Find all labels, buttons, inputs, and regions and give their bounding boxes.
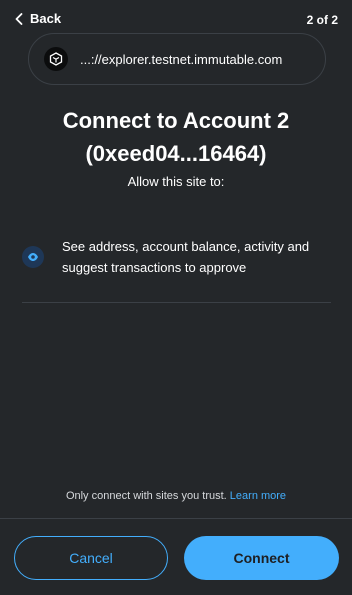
- site-origin-pill: ...://explorer.testnet.immutable.com: [28, 33, 326, 85]
- cancel-button-label: Cancel: [69, 550, 113, 566]
- permissions-subtitle: Allow this site to:: [127, 174, 225, 189]
- trust-note-text: Only connect with sites you trust.: [65, 490, 227, 502]
- connect-dialog: Back 2 of 2 ...://explorer.testnet.immut…: [0, 0, 352, 595]
- trust-note: Only connect with sites you trust. Learn…: [0, 490, 352, 502]
- page-counter: 2 of 2: [306, 13, 338, 27]
- divider: [22, 302, 331, 303]
- eye-icon: [22, 246, 44, 268]
- chevron-left-icon: [14, 12, 24, 26]
- title-line-address: (0xeed04...16464): [85, 141, 267, 166]
- title-line-account: Connect to Account 2: [62, 108, 290, 133]
- cancel-button[interactable]: Cancel: [14, 536, 168, 580]
- back-label: Back: [30, 11, 62, 26]
- back-button[interactable]: Back: [14, 11, 61, 26]
- learn-more-link[interactable]: Learn more: [230, 490, 286, 502]
- immutable-logo-icon: [44, 47, 68, 71]
- connect-button[interactable]: Connect: [184, 536, 339, 580]
- footer-divider: [0, 518, 352, 519]
- site-url: ...://explorer.testnet.immutable.com: [80, 51, 283, 67]
- permission-text: See address, account balance, activity a…: [62, 239, 310, 275]
- page-title: Connect to Account 2 (0xeed04...16464): [0, 104, 352, 170]
- permission-item: See address, account balance, activity a…: [22, 236, 332, 278]
- connect-button-label: Connect: [233, 550, 290, 566]
